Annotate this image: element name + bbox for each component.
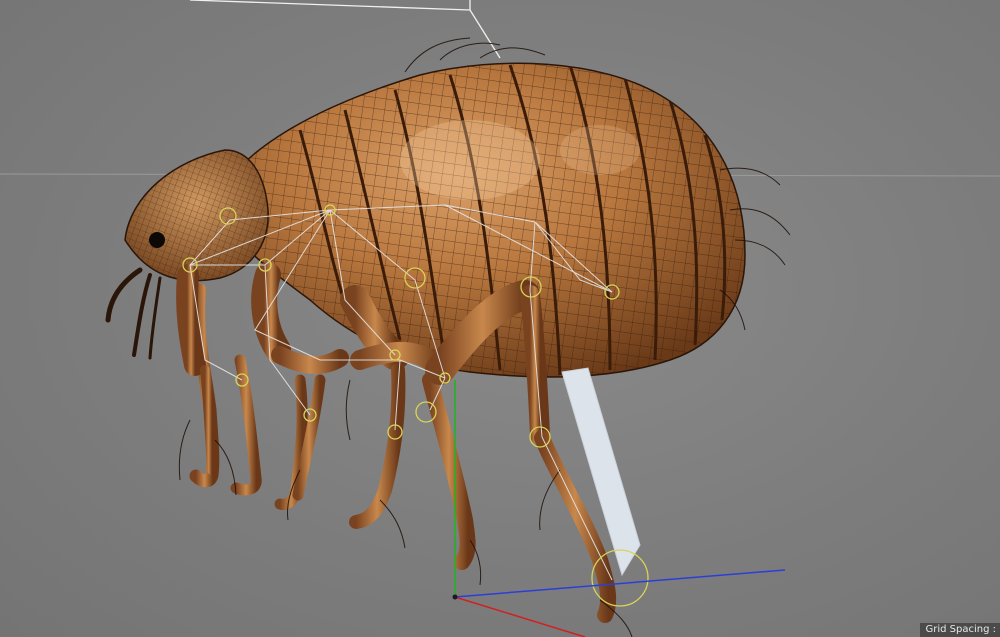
axis-z-line bbox=[454, 569, 786, 598]
axis-x-line bbox=[454, 596, 586, 637]
3d-viewport[interactable]: Grid Spacing : bbox=[0, 0, 1000, 637]
grid-spacing-readout: Grid Spacing : bbox=[919, 623, 1000, 637]
scene-canvas[interactable] bbox=[0, 0, 1000, 637]
eye-icon bbox=[149, 232, 165, 248]
